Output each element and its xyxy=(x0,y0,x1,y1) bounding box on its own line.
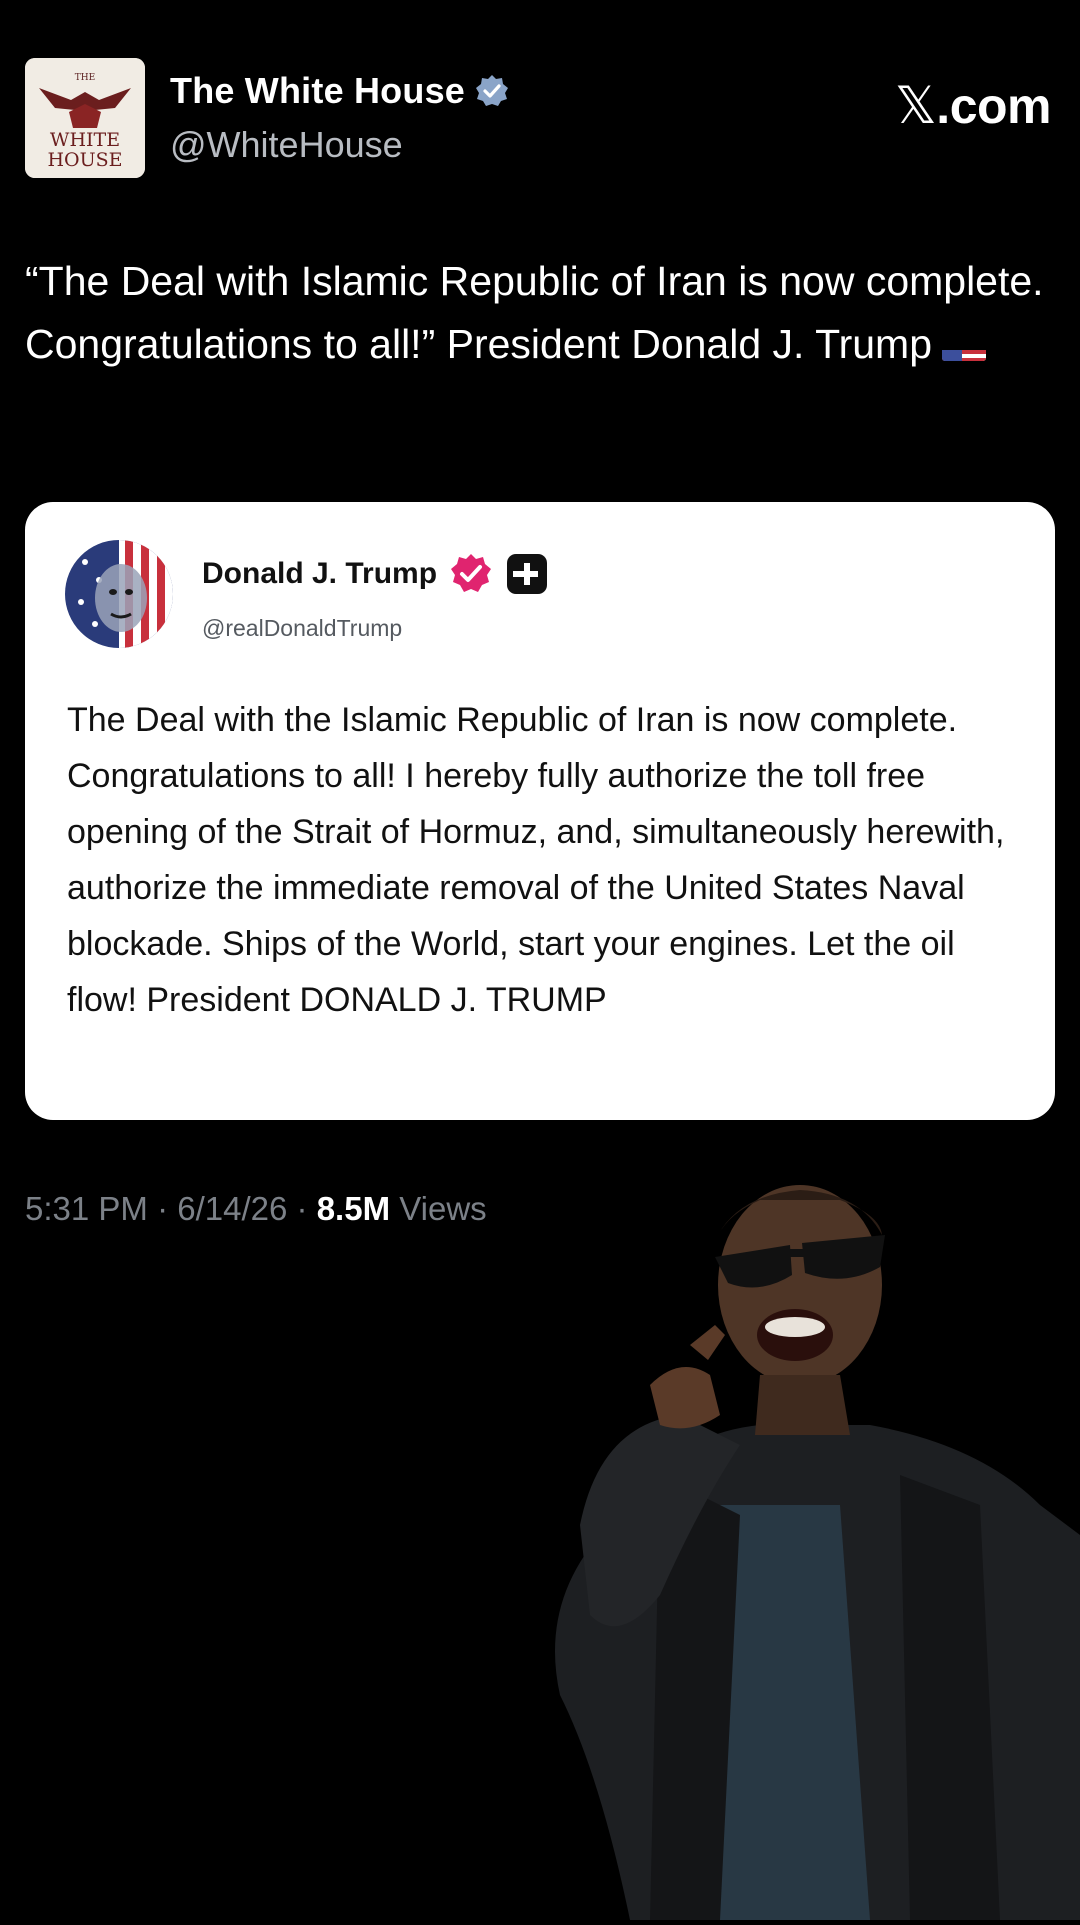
plus-badge-icon xyxy=(507,554,548,594)
stars-stripes-portrait-icon xyxy=(65,540,173,648)
us-flag-icon xyxy=(942,333,987,362)
views-label: Views xyxy=(399,1190,487,1227)
verified-badge-pink-icon xyxy=(451,554,492,592)
white-house-avatar[interactable]: THE WHITE HOUSE xyxy=(25,58,145,178)
white-house-seal-icon: THE WHITE HOUSE xyxy=(25,58,145,178)
logo-text-mid: WHITE xyxy=(50,129,120,151)
post-metadata: 5:31 PM · 6/14/26 · 8.5M Views xyxy=(25,1190,487,1228)
views-count: 8.5M xyxy=(316,1190,391,1227)
quoted-author-row: Donald J. Trump xyxy=(202,552,549,596)
meme-person-image xyxy=(540,1175,1080,1920)
pointing-man-illustration xyxy=(555,1185,1080,1920)
quoted-author-name[interactable]: Donald J. Trump xyxy=(202,557,437,591)
logo-text-bottom: HOUSE xyxy=(47,149,122,171)
brand-domain: .com xyxy=(936,78,1051,134)
author-handle[interactable]: @WhiteHouse xyxy=(170,124,403,166)
post-text-content: “The Deal with Islamic Republic of Iran … xyxy=(25,258,1044,367)
post-header: THE WHITE HOUSE The White House @WhiteHo… xyxy=(25,58,1055,183)
trump-avatar[interactable] xyxy=(65,540,173,648)
quoted-post-text: The Deal with the Islamic Republic of Ir… xyxy=(67,701,1005,1019)
post-date[interactable]: 6/14/26 xyxy=(177,1190,287,1227)
post-text: “The Deal with Islamic Republic of Iran … xyxy=(25,250,1045,376)
meta-separator: · xyxy=(157,1190,169,1227)
quoted-author-handle[interactable]: @realDonaldTrump xyxy=(202,615,402,642)
author-name[interactable]: The White House xyxy=(170,70,465,112)
x-logo-icon: 𝕏 xyxy=(894,76,937,136)
x-com-watermark: 𝕏.com xyxy=(894,76,1052,136)
verified-badge-icon xyxy=(476,75,509,106)
logo-text-top: THE xyxy=(75,73,95,83)
author-name-row: The White House xyxy=(170,70,509,112)
meta-separator: · xyxy=(296,1190,308,1227)
post-time[interactable]: 5:31 PM xyxy=(25,1190,148,1227)
quoted-post-card[interactable]: Donald J. Trump @realDonaldTrump The Dea… xyxy=(25,502,1055,1120)
